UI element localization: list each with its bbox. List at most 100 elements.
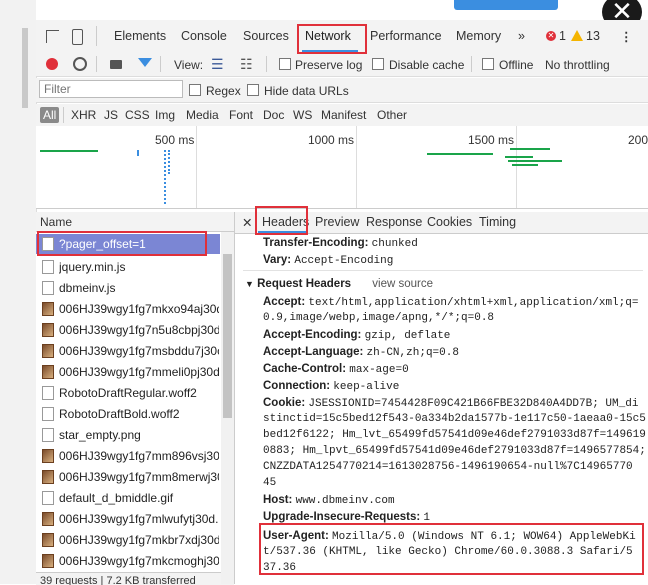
scrollbar-thumb[interactable] xyxy=(223,254,232,418)
type-js[interactable]: JS xyxy=(104,108,118,122)
inspect-element-icon[interactable] xyxy=(46,30,59,43)
request-row[interactable]: 006HJ39wgy1fg7msbddu7j30c xyxy=(36,341,220,361)
type-doc[interactable]: Doc xyxy=(263,108,284,122)
kebab-menu-icon[interactable]: ⋮ xyxy=(620,29,633,44)
request-row[interactable]: 006HJ39wgy1fg7mmeli0pj30d xyxy=(36,362,220,382)
request-row[interactable]: 006HJ39wgy1fg7mkcmoghj30 xyxy=(36,551,220,571)
request-row[interactable]: 006HJ39wgy1fg7mlwufytj30d. xyxy=(36,509,220,529)
name-column-header[interactable]: Name xyxy=(36,212,234,232)
header-value: text/html,application/xhtml+xml,applicat… xyxy=(308,297,639,309)
header-value: Accept-Encoding xyxy=(294,255,394,267)
font-icon xyxy=(42,386,54,400)
tab-performance[interactable]: Performance xyxy=(370,29,442,43)
close-details-icon[interactable]: ✕ xyxy=(242,215,252,230)
divider xyxy=(471,56,472,72)
disable-cache-checkbox[interactable] xyxy=(372,58,384,70)
request-name: RobotoDraftRegular.woff2 xyxy=(59,386,197,400)
timeline-bar xyxy=(508,160,562,162)
tab-memory[interactable]: Memory xyxy=(456,29,501,43)
header-key: Upgrade-Insecure-Requests: xyxy=(263,511,421,523)
header-key: Accept: xyxy=(263,296,306,308)
request-name: star_empty.png xyxy=(59,428,141,442)
tab-timing[interactable]: Timing xyxy=(479,215,516,229)
header-row: Host: www.dbmeinv.com xyxy=(263,494,395,507)
divider xyxy=(243,270,643,271)
filter-icon[interactable] xyxy=(138,58,152,67)
type-xhr[interactable]: XHR xyxy=(71,108,96,122)
header-key: Cookie: xyxy=(263,397,306,409)
header-value: chunked xyxy=(371,238,418,250)
request-headers-section[interactable]: ▼ Request Headers view source xyxy=(245,278,433,290)
hide-data-urls-label: Hide data URLs xyxy=(264,84,349,98)
request-row[interactable]: 006HJ39wgy1fg7mm896vsj30. xyxy=(36,446,220,466)
request-row[interactable]: 006HJ39wgy1fg7n5u8cbpj30d xyxy=(36,320,220,340)
header-key: Transfer-Encoding: xyxy=(263,237,369,249)
clear-icon[interactable] xyxy=(73,57,87,71)
request-row[interactable]: 006HJ39wgy1fg7mkxo94aj30d xyxy=(36,299,220,319)
tab-cookies[interactable]: Cookies xyxy=(427,215,472,229)
timeline-bar xyxy=(137,150,139,156)
timeline-tick: 1500 ms xyxy=(468,133,515,147)
user-agent-highlight xyxy=(259,523,644,575)
header-key: Accept-Encoding: xyxy=(263,329,362,341)
request-row[interactable]: 006HJ39wgy1fg7mm8merwj30 xyxy=(36,467,220,487)
tab-response[interactable]: Response xyxy=(366,215,422,229)
hide-data-urls-checkbox[interactable] xyxy=(247,84,259,96)
camera-icon[interactable] xyxy=(110,60,122,69)
type-ws[interactable]: WS xyxy=(293,108,312,122)
name-header-label: Name xyxy=(40,215,73,229)
timeline-bar xyxy=(505,156,533,158)
divider xyxy=(96,26,97,46)
type-all[interactable]: All xyxy=(40,107,60,123)
type-css[interactable]: CSS xyxy=(125,108,150,122)
tab-elements[interactable]: Elements xyxy=(114,29,166,43)
more-tabs-button[interactable]: » xyxy=(518,29,525,43)
header-row: Cache-Control: max-age=0 xyxy=(263,363,409,376)
record-button[interactable] xyxy=(46,58,58,70)
regex-checkbox[interactable] xyxy=(189,84,201,96)
request-name: dbmeinv.js xyxy=(59,281,116,295)
view-label: View: xyxy=(174,58,204,72)
request-row[interactable]: dbmeinv.js xyxy=(36,278,220,298)
filter-input[interactable] xyxy=(39,80,183,98)
tab-sources[interactable]: Sources xyxy=(243,29,289,43)
page-scrollbar[interactable] xyxy=(22,28,28,108)
tab-console[interactable]: Console xyxy=(181,29,227,43)
timeline-tick: 1000 ms xyxy=(308,133,355,147)
view-source-link[interactable]: view source xyxy=(372,278,433,290)
request-row[interactable]: RobotoDraftBold.woff2 xyxy=(36,404,220,424)
disable-cache-label: Disable cache xyxy=(389,58,465,72)
requests-scrollbar[interactable] xyxy=(221,232,234,584)
request-row[interactable]: star_empty.png xyxy=(36,425,220,445)
error-count[interactable]: 1 xyxy=(559,29,566,43)
timeline-gridline xyxy=(196,126,197,208)
request-row[interactable]: RobotoDraftRegular.woff2 xyxy=(36,383,220,403)
timeline-bar xyxy=(427,153,493,155)
overview-icon[interactable]: ☷ xyxy=(240,56,253,73)
tab-preview[interactable]: Preview xyxy=(315,215,359,229)
blue-badge xyxy=(454,0,558,10)
type-media[interactable]: Media xyxy=(186,108,219,122)
device-toolbar-icon[interactable] xyxy=(72,29,83,45)
preserve-log-checkbox[interactable] xyxy=(279,58,291,70)
throttling-select[interactable]: No throttling xyxy=(545,58,610,72)
request-row[interactable]: jquery.min.js xyxy=(36,257,220,277)
header-value-cont: 0.9,image/webp,image/apng,*/*;q=0.8 xyxy=(263,312,495,324)
header-key: Connection: xyxy=(263,380,331,392)
image-thumbnail-icon xyxy=(42,365,54,379)
type-font[interactable]: Font xyxy=(229,108,253,122)
header-value: keep-alive xyxy=(333,381,400,393)
warning-count[interactable]: 13 xyxy=(586,29,600,43)
header-value: max-age=0 xyxy=(349,364,409,376)
header-value: JSESSIONID=7454428F09C421B66FBE32D840A4D… xyxy=(308,398,639,410)
font-icon xyxy=(42,407,54,421)
request-row[interactable]: default_d_bmiddle.gif xyxy=(36,488,220,508)
request-row[interactable]: 006HJ39wgy1fg7mkbr7xdj30d xyxy=(36,530,220,550)
type-manifest[interactable]: Manifest xyxy=(321,108,366,122)
large-rows-icon[interactable]: ☰ xyxy=(211,56,224,73)
offline-checkbox[interactable] xyxy=(482,58,494,70)
type-other[interactable]: Other xyxy=(377,108,407,122)
image-icon xyxy=(42,491,54,505)
type-img[interactable]: Img xyxy=(155,108,175,122)
header-row: Vary: Accept-Encoding xyxy=(263,254,393,267)
